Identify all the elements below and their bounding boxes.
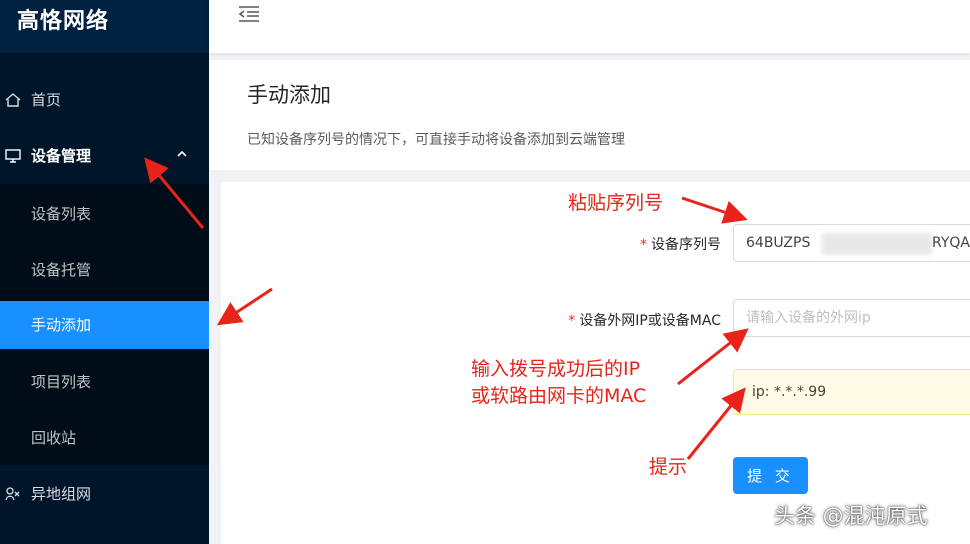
required-mark: * [640, 237, 647, 253]
page-header: 手动添加 已知设备序列号的情况下，可直接手动将设备添加到云端管理 [209, 60, 970, 170]
submenu-item-label: 回收站 [31, 429, 77, 447]
logo: 高恪网络 [0, 0, 209, 53]
sidebar-item-remote-network[interactable]: 异地组网 [0, 470, 209, 518]
ip-label: * 设备外网IP或设备MAC [568, 310, 721, 330]
annotation-hint: 提示 [649, 456, 688, 478]
logo-text: 高恪网络 [17, 9, 110, 34]
page-description: 已知设备序列号的情况下，可直接手动将设备添加到云端管理 [247, 132, 625, 148]
sidebar-item-recycle-bin[interactable]: 回收站 [0, 414, 209, 462]
sidebar-item-label: 首页 [31, 91, 62, 109]
annotation-paste-serial: 粘贴序列号 [568, 192, 664, 214]
sidebar: 高恪网络 首页 设备管理 设备列表 设备托管 手动添加 项目列表 回收站 异地组… [0, 0, 209, 544]
sidebar-item-project-list[interactable]: 项目列表 [0, 358, 209, 406]
ip-label-text: 设备外网IP或设备MAC [579, 313, 721, 329]
submenu-item-label: 手动添加 [31, 316, 92, 334]
serial-label-text: 设备序列号 [651, 237, 721, 253]
serial-input[interactable]: 64BUZPS RYQA [733, 224, 970, 262]
network-icon [5, 487, 20, 501]
submenu-item-label: 设备列表 [31, 205, 92, 223]
sidebar-item-device-management[interactable]: 设备管理 [0, 132, 209, 180]
watermark: 头条 @混沌原式 [774, 504, 928, 528]
submenu-item-label: 项目列表 [31, 373, 92, 391]
page-title: 手动添加 [247, 83, 331, 107]
sidebar-item-device-list[interactable]: 设备列表 [0, 190, 209, 238]
serial-value-start: 64BUZPS [746, 235, 811, 251]
menu-fold-icon[interactable] [237, 4, 261, 24]
chevron-up-icon [177, 150, 187, 157]
submenu-item-label: 设备托管 [31, 261, 92, 279]
annotation-input-ip-line1: 输入拨号成功后的IP [471, 358, 641, 380]
submenu: 设备列表 设备托管 手动添加 项目列表 回收站 [0, 184, 209, 465]
serial-value-end: RYQA [932, 235, 970, 251]
sidebar-item-label: 设备管理 [31, 147, 92, 165]
sidebar-item-manual-add[interactable]: 手动添加 [0, 301, 209, 349]
monitor-icon [5, 149, 21, 163]
sidebar-item-label: 异地组网 [31, 485, 92, 503]
ip-input[interactable] [733, 299, 970, 337]
sidebar-item-home[interactable]: 首页 [0, 76, 209, 124]
home-icon [5, 93, 21, 107]
serial-label: * 设备序列号 [640, 234, 721, 254]
sidebar-item-device-hosting[interactable]: 设备托管 [0, 246, 209, 294]
annotation-input-ip-line2: 或软路由网卡的MAC [471, 385, 647, 407]
required-mark: * [568, 313, 576, 329]
submit-button[interactable]: 提 交 [733, 457, 808, 494]
hint-box: ip: *.*.*.99 [733, 369, 970, 415]
redaction-blur [822, 233, 932, 255]
top-bar [209, 0, 970, 53]
